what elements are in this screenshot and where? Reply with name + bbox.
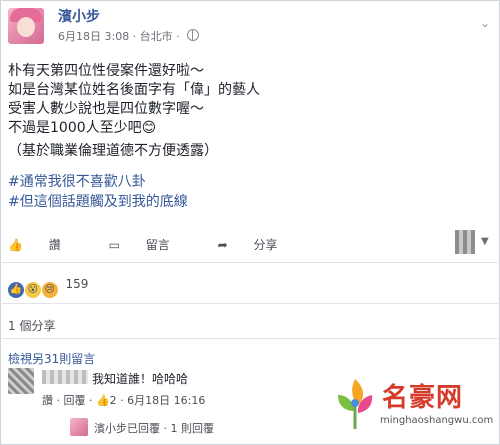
divider	[0, 338, 498, 339]
reply-author-avatar[interactable]	[70, 418, 88, 436]
site-watermark: 名豪网 minghaoshangwu.com	[330, 373, 495, 441]
commenter-avatar[interactable]	[8, 368, 34, 394]
post-line: 如是台灣某位姓名後面字有「偉」的藝人	[8, 82, 260, 98]
commenter-name-redacted[interactable]	[42, 370, 88, 384]
post-meta: 6月18日 3:08 · 台北市 ·	[58, 28, 200, 44]
share-label: 分享	[253, 238, 278, 252]
post-line: 不過是1000人至少吧😊	[8, 120, 157, 136]
redacted-avatar	[455, 230, 475, 254]
comment-actions[interactable]: 讚 · 回覆 · 👍2 · 6月18日 16:16	[42, 392, 205, 408]
hashtag-link[interactable]: #通常我很不喜歡八卦	[8, 172, 188, 192]
avatar-face	[17, 17, 35, 37]
like-button[interactable]: 👍 讚	[8, 238, 87, 252]
comment-icon: ▭	[108, 238, 120, 252]
view-more-comments[interactable]: 檢視另31則留言	[8, 350, 95, 367]
comment-text: 我知道誰！哈哈哈	[92, 372, 189, 386]
reply-summary[interactable]: 濱小步已回覆 · 1 則回覆	[94, 420, 214, 436]
divider	[0, 262, 498, 263]
thumbs-up-icon: 👍	[8, 238, 23, 252]
post-line: 受害人數少說也是四位數字喔～	[8, 101, 204, 117]
author-name[interactable]: 濱小步	[58, 6, 100, 26]
globe-icon	[187, 29, 200, 41]
sad-reaction-icon: 😢	[41, 282, 58, 298]
hashtag-link[interactable]: #但這個話題觸及到我的底線	[8, 192, 188, 212]
chevron-down-icon[interactable]: ⌄	[480, 16, 490, 30]
share-button[interactable]: ➦ 分享	[218, 238, 300, 252]
post-timestamp-location[interactable]: 6月18日 3:08 · 台北市 ·	[58, 30, 180, 43]
reaction-count: 159	[65, 277, 89, 291]
chevron-down-icon[interactable]: ▼	[481, 236, 489, 247]
author-avatar[interactable]	[8, 8, 44, 44]
brand-logo-icon	[338, 379, 373, 429]
comment-button[interactable]: ▭ 留言	[109, 238, 196, 252]
comment-label: 留言	[145, 238, 170, 252]
reaction-summary[interactable]: 👍 😮 😢 159	[8, 277, 88, 298]
post-line: （基於職業倫理道德不方便透露）	[8, 143, 218, 159]
watermark-url: minghaoshangwu.com	[380, 415, 494, 426]
post-line: 朴有天第四位性侵案件還好啦～	[8, 63, 204, 79]
post-body: 朴有天第四位性侵案件還好啦～ 如是台灣某位姓名後面字有「偉」的藝人 受害人數少說…	[8, 62, 260, 161]
divider	[0, 303, 498, 304]
action-bar: 👍 讚 ▭ 留言 ➦ 分享	[8, 236, 322, 253]
hashtag-list: #通常我很不喜歡八卦 #但這個話題觸及到我的底線	[8, 172, 188, 212]
watermark-brand: 名豪网	[382, 383, 464, 413]
like-reaction-icon: 👍	[8, 282, 24, 298]
like-label: 讚	[48, 238, 61, 252]
share-count[interactable]: 1 個分享	[8, 317, 55, 334]
wow-reaction-icon: 😮	[24, 282, 41, 298]
share-icon: ➦	[217, 238, 228, 252]
